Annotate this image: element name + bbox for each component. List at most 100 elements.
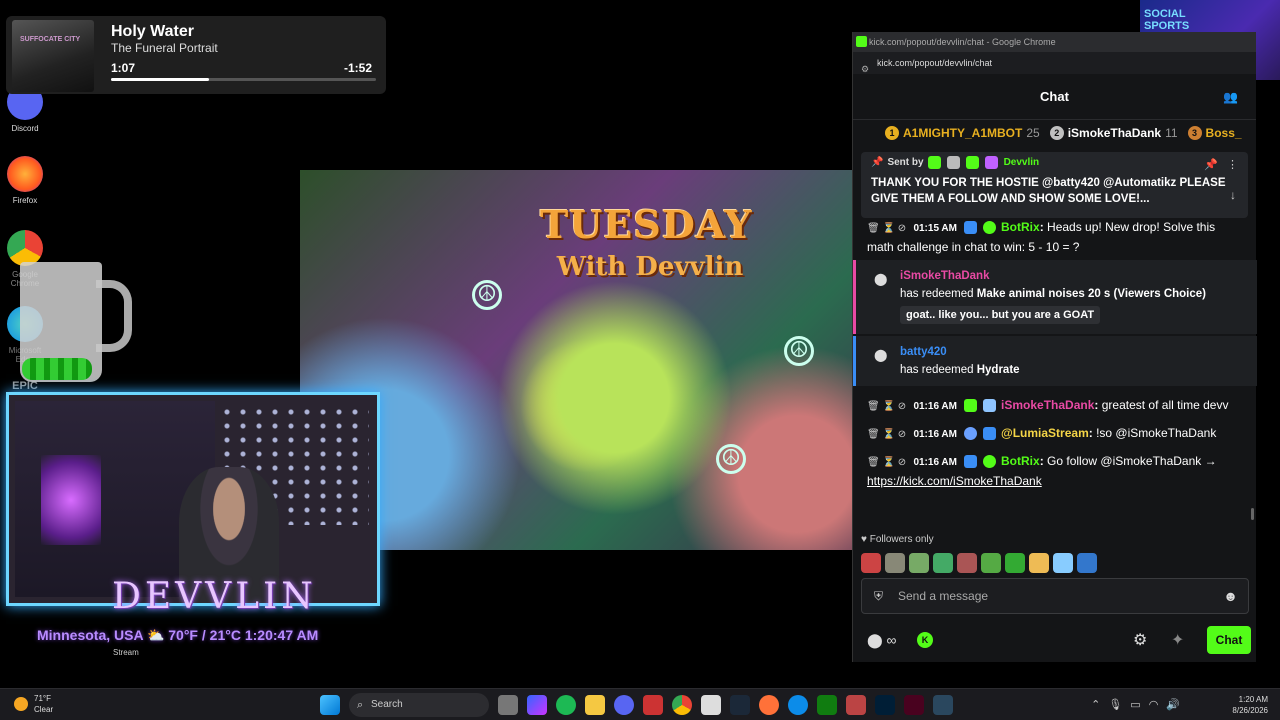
- stream-artwork: TUESDAY With Devvlin ☮ ☮ ☮: [300, 170, 852, 550]
- steam-secondary-icon[interactable]: [933, 695, 953, 715]
- steam-icon[interactable]: [730, 695, 750, 715]
- more-options-icon[interactable]: ⋮: [1227, 159, 1238, 171]
- redemption-prefix: has redeemed: [900, 288, 974, 300]
- album-art: SUFFOCATE CITY: [12, 20, 94, 92]
- task-view-icon[interactable]: [498, 695, 518, 715]
- leader-name: Boss_: [1205, 126, 1242, 140]
- microphone-icon[interactable]: 🎙: [1108, 698, 1122, 711]
- chat-scrollbar[interactable]: [1251, 508, 1254, 520]
- emote-icon[interactable]: [1077, 553, 1097, 573]
- emote-icon[interactable]: [1029, 553, 1049, 573]
- address-bar[interactable]: ⚙ kick.com/popout/devvlin/chat: [853, 52, 1256, 74]
- broadcaster-badge-icon: [984, 156, 998, 169]
- overlay-clock: 1:20:47 AM: [244, 627, 319, 643]
- artwork-title: TUESDAY: [540, 202, 753, 247]
- message-username[interactable]: @LumiaStream: [1001, 426, 1089, 440]
- mug-band: [22, 358, 92, 380]
- message-input-placeholder: Send a message: [898, 589, 989, 603]
- photoshop-icon[interactable]: [875, 695, 895, 715]
- kick-favicon-icon: [856, 36, 867, 47]
- users-icon[interactable]: 👥: [1223, 74, 1238, 120]
- sub-badge-icon: [964, 399, 978, 413]
- edge-taskbar-icon[interactable]: [788, 695, 808, 715]
- message-text: greatest of all time devv: [1101, 398, 1229, 412]
- emoji-picker-icon[interactable]: ☻: [1223, 579, 1238, 613]
- app-icon[interactable]: [846, 695, 866, 715]
- store-icon[interactable]: [701, 695, 721, 715]
- xbox-icon[interactable]: [817, 695, 837, 715]
- chrome-taskbar-icon[interactable]: [672, 695, 692, 715]
- verified-badge-icon: [982, 221, 996, 235]
- leaderboard-entry[interactable]: 1 A1MIGHTY_A1MBOT 25: [885, 126, 1040, 140]
- chat-header: Chat 👥: [853, 74, 1256, 120]
- track-remaining: -1:52: [343, 61, 372, 75]
- settings-gear-icon[interactable]: ⚙: [1133, 630, 1147, 650]
- message-tools-icon[interactable]: 🗑 ⏳ ⊘: [867, 429, 906, 440]
- points-infinity-icon[interactable]: ⬤ ∞: [867, 632, 897, 649]
- send-chat-button[interactable]: Chat: [1207, 626, 1251, 654]
- redemption-user[interactable]: iSmokeThaDank: [900, 270, 1243, 282]
- leaderboard-entry[interactable]: 3 Boss_: [1187, 126, 1242, 140]
- leader-points: 11: [1165, 126, 1178, 140]
- taskbar-weather[interactable]: 71°F Clear: [14, 693, 53, 715]
- chat-message: 🗑 ⏳ ⊘ 01:15 AM BotRix: Heads up! New dro…: [867, 220, 1216, 254]
- message-tools-icon[interactable]: 🗑 ⏳ ⊘: [867, 401, 906, 412]
- overlay-weather-line: Minnesota, USA ⛅ 70°F / 21°C 1:20:47 AM: [37, 627, 318, 644]
- now-playing-overlay: SUFFOCATE CITY Holy Water The Funeral Po…: [6, 16, 386, 94]
- album-art-text: SUFFOCATE CITY: [20, 36, 81, 43]
- pinned-sender[interactable]: Devvlin: [1004, 157, 1040, 168]
- display-icon[interactable]: ▭: [1130, 698, 1140, 711]
- message-username[interactable]: iSmokeThaDank: [1001, 398, 1094, 412]
- emote-icon[interactable]: [957, 553, 977, 573]
- firefox-taskbar-icon[interactable]: [759, 695, 779, 715]
- file-explorer-icon[interactable]: [585, 695, 605, 715]
- tray-chevron-icon[interactable]: ⌃: [1091, 698, 1100, 711]
- copilot-icon[interactable]: [527, 695, 547, 715]
- message-username[interactable]: BotRix: [1001, 220, 1040, 234]
- volume-icon[interactable]: 🔊: [1166, 698, 1180, 711]
- message-text: !so @iSmokeThaDank: [1096, 426, 1217, 440]
- spotify-icon[interactable]: [556, 695, 576, 715]
- discord-taskbar-icon[interactable]: [614, 695, 634, 715]
- message-input[interactable]: ⛨ Send a message ☻: [861, 578, 1249, 614]
- bot-badge-icon: [964, 455, 978, 469]
- expand-down-icon[interactable]: ↓: [1230, 188, 1236, 202]
- bot-badge-icon: [982, 427, 996, 441]
- indesign-icon[interactable]: [904, 695, 924, 715]
- redemption-user[interactable]: batty420: [900, 346, 1243, 358]
- emote-icon[interactable]: [885, 553, 905, 573]
- message-time: 01:16 AM: [913, 429, 957, 440]
- track-progress-bar: [111, 78, 376, 81]
- firefox-desktop-icon[interactable]: Firefox: [2, 156, 48, 205]
- message-link[interactable]: https://kick.com/iSmokeThaDank: [867, 474, 1042, 488]
- message-tools-icon[interactable]: 🗑 ⏳ ⊘: [867, 223, 906, 234]
- emote-icon[interactable]: [933, 553, 953, 573]
- puzzle-icon[interactable]: ✦: [1171, 630, 1184, 650]
- message-username[interactable]: BotRix: [1001, 454, 1040, 468]
- window-titlebar[interactable]: kick.com/popout/devvlin/chat - Google Ch…: [853, 32, 1256, 52]
- emote-icon[interactable]: [861, 553, 881, 573]
- unpin-icon[interactable]: 📌: [1204, 159, 1218, 171]
- kick-logo-icon[interactable]: K: [917, 632, 933, 648]
- taskbar-search[interactable]: ⌕ Search: [349, 693, 489, 717]
- chat-header-title: Chat: [1040, 89, 1069, 104]
- taskbar-clock[interactable]: 1:20 AM 8/26/2026: [1232, 694, 1268, 716]
- sub-badge-icon: [946, 156, 960, 169]
- pinned-message: 📌 Sent by Devvlin THANK YOU FOR THE HOST…: [861, 152, 1248, 218]
- wifi-icon[interactable]: ◠: [1149, 698, 1159, 711]
- emote-icon[interactable]: [1005, 553, 1025, 573]
- pinned-sent-by: 📌 Sent by Devvlin: [871, 156, 1238, 169]
- message-tools-icon[interactable]: 🗑 ⏳ ⊘: [867, 457, 906, 468]
- emote-icon[interactable]: [909, 553, 929, 573]
- redemption-reward: Make animal noises 20 s (Viewers Choice): [976, 288, 1206, 300]
- message-time: 01:16 AM: [913, 457, 957, 468]
- emote-icon[interactable]: [981, 553, 1001, 573]
- emote-icon[interactable]: [1053, 553, 1073, 573]
- message-time: 01:15 AM: [913, 223, 957, 234]
- system-tray: ⌃ 🎙 ▭ ◠ 🔊: [1091, 698, 1180, 711]
- discord-label: Discord: [11, 124, 39, 133]
- obs-icon[interactable]: [643, 695, 663, 715]
- start-windows-icon[interactable]: [320, 695, 340, 715]
- redemption-card: ⬤ batty420 has redeemed Hydrate: [853, 336, 1257, 386]
- leaderboard-entry[interactable]: 2 iSmokeThaDank 11: [1049, 126, 1178, 140]
